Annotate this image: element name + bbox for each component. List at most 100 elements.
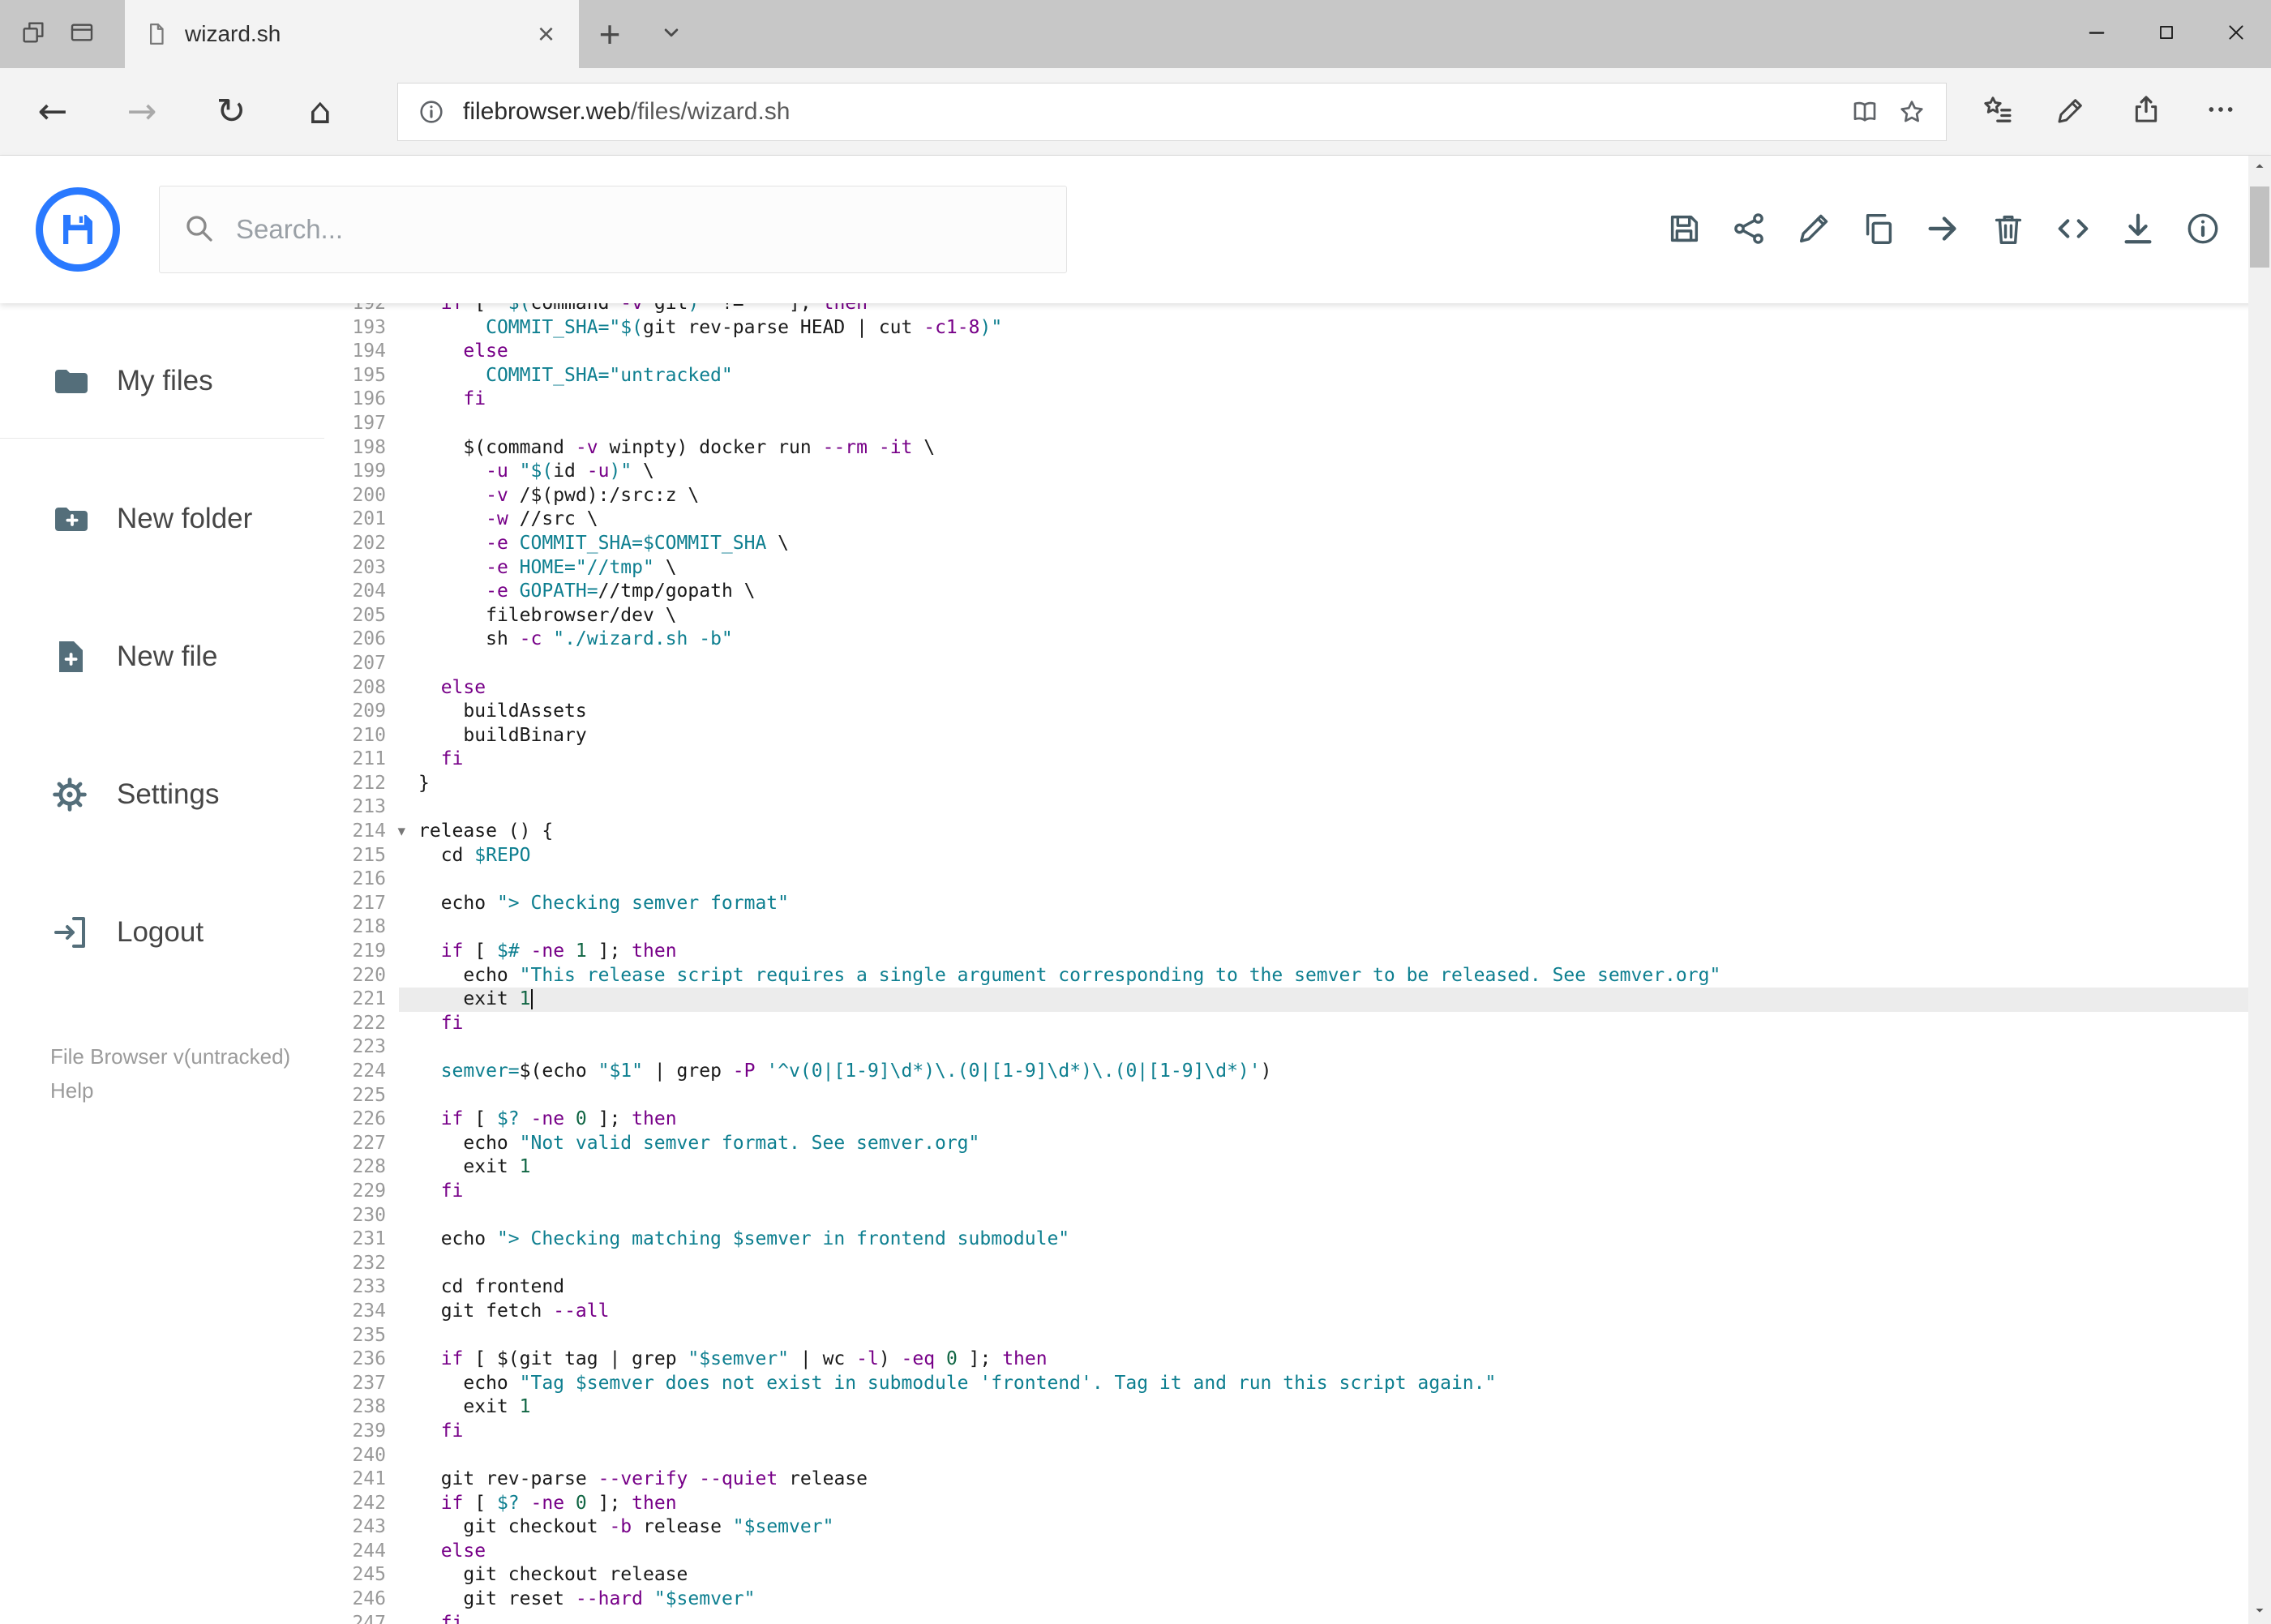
line-number[interactable]: 210 [324, 724, 399, 748]
code-text[interactable]: git checkout -b release "$semver" [399, 1515, 2271, 1540]
code-text[interactable]: if [ $? -ne 0 ]; then [399, 1492, 2271, 1516]
sidebar-item-my-files[interactable]: My files [0, 350, 324, 412]
line-number[interactable]: 201 [324, 508, 399, 532]
page-scrollbar[interactable] [2248, 156, 2271, 1624]
code-line[interactable]: 207 [324, 652, 2271, 676]
code-line[interactable]: 237 echo "Tag $semver does not exist in … [324, 1372, 2271, 1396]
line-number[interactable]: 232 [324, 1252, 399, 1276]
line-number[interactable]: 222 [324, 1012, 399, 1036]
line-number[interactable]: 241 [324, 1468, 399, 1492]
line-number[interactable]: 242 [324, 1492, 399, 1516]
line-number[interactable]: 245 [324, 1563, 399, 1588]
code-text[interactable] [399, 868, 2271, 892]
line-number[interactable]: 206 [324, 628, 399, 652]
line-number[interactable]: 237 [324, 1372, 399, 1396]
tab-preview-chevron-button[interactable] [641, 0, 702, 68]
code-text[interactable]: cd $REPO [399, 844, 2271, 868]
code-line[interactable]: 225 [324, 1084, 2271, 1108]
code-text[interactable]: fi [399, 1012, 2271, 1036]
scrollbar-thumb[interactable] [2250, 186, 2269, 268]
code-text[interactable]: -e HOME="//tmp" \ [399, 556, 2271, 581]
line-number[interactable]: 204 [324, 580, 399, 604]
code-text[interactable]: echo "This release script requires a sin… [399, 964, 2271, 988]
code-text[interactable] [399, 1035, 2271, 1060]
code-line[interactable]: 217 echo "> Checking semver format" [324, 892, 2271, 916]
code-text[interactable]: git checkout release [399, 1563, 2271, 1588]
code-text[interactable]: echo "> Checking semver format" [399, 892, 2271, 916]
code-line[interactable]: 195 COMMIT_SHA="untracked" [324, 364, 2271, 388]
code-text[interactable]: if [ $# -ne 1 ]; then [399, 940, 2271, 964]
code-line[interactable]: 196 fi [324, 388, 2271, 412]
code-line[interactable]: 245 git checkout release [324, 1563, 2271, 1588]
line-number[interactable]: 234 [324, 1300, 399, 1324]
code-line[interactable]: 203 -e HOME="//tmp" \ [324, 556, 2271, 581]
line-number[interactable]: 235 [324, 1324, 399, 1348]
code-line[interactable]: 220 echo "This release script requires a… [324, 964, 2271, 988]
code-editor[interactable]: 192 if [ "$(command -v git)" != "" ]; th… [324, 303, 2271, 1624]
code-line[interactable]: 244 else [324, 1540, 2271, 1564]
info-button[interactable] [2170, 197, 2235, 262]
line-number[interactable]: 212 [324, 772, 399, 796]
scrollbar-up-arrow[interactable] [2248, 156, 2271, 180]
line-number[interactable]: 207 [324, 652, 399, 676]
code-text[interactable]: git fetch --all [399, 1300, 2271, 1324]
line-number[interactable]: 197 [324, 412, 399, 436]
code-text[interactable] [399, 915, 2271, 940]
code-line[interactable]: 228 exit 1 [324, 1155, 2271, 1180]
refresh-button[interactable]: ↻ [186, 68, 276, 155]
more-button[interactable] [2183, 68, 2258, 156]
line-number[interactable]: 233 [324, 1275, 399, 1300]
save-button[interactable] [1652, 197, 1716, 262]
code-line[interactable]: 212} [324, 772, 2271, 796]
code-line[interactable]: 204 -e GOPATH=//tmp/gopath \ [324, 580, 2271, 604]
tabs-preview-button[interactable] [60, 0, 104, 68]
code-text[interactable]: fi [399, 1612, 2271, 1624]
code-line[interactable]: 221 exit 1 [324, 988, 2271, 1012]
sidebar-item-new-file[interactable]: New file [0, 626, 324, 688]
line-number[interactable]: 240 [324, 1444, 399, 1468]
code-line[interactable]: 205 filebrowser/dev \ [324, 604, 2271, 628]
line-number[interactable]: 236 [324, 1348, 399, 1372]
tab-close-button[interactable]: × [533, 19, 559, 49]
line-number[interactable]: 211 [324, 748, 399, 772]
code-line[interactable]: 213 [324, 795, 2271, 820]
code-line[interactable]: 197 [324, 412, 2271, 436]
code-text[interactable]: echo "> Checking matching $semver in fro… [399, 1228, 2271, 1252]
code-line[interactable]: 211 fi [324, 748, 2271, 772]
line-number[interactable]: 218 [324, 915, 399, 940]
code-text[interactable]: git rev-parse --verify --quiet release [399, 1468, 2271, 1492]
favorites-hub-button[interactable] [1960, 68, 2034, 156]
line-number[interactable]: 195 [324, 364, 399, 388]
code-text[interactable] [399, 652, 2271, 676]
code-text[interactable]: fi [399, 388, 2271, 412]
code-line[interactable]: 242 if [ $? -ne 0 ]; then [324, 1492, 2271, 1516]
code-line[interactable]: 227 echo "Not valid semver format. See s… [324, 1132, 2271, 1156]
code-text[interactable]: -u "$(id -u)" \ [399, 460, 2271, 484]
code-text[interactable] [399, 412, 2271, 436]
code-line[interactable]: 208 else [324, 676, 2271, 701]
code-line[interactable]: 230 [324, 1204, 2271, 1228]
line-number[interactable]: 224 [324, 1060, 399, 1084]
line-number[interactable]: 193 [324, 316, 399, 341]
code-line[interactable]: 202 -e COMMIT_SHA=$COMMIT_SHA \ [324, 532, 2271, 556]
code-text[interactable] [399, 1204, 2271, 1228]
rename-button[interactable] [1781, 197, 1846, 262]
code-line[interactable]: 231 echo "> Checking matching $semver in… [324, 1228, 2271, 1252]
set-tabs-aside-button[interactable] [11, 0, 55, 68]
minimize-button[interactable] [2062, 0, 2132, 68]
code-text[interactable]: if [ $? -ne 0 ]; then [399, 1108, 2271, 1132]
delete-button[interactable] [1976, 197, 2041, 262]
line-number[interactable]: 199 [324, 460, 399, 484]
line-number[interactable]: 243 [324, 1515, 399, 1540]
code-line[interactable]: 215 cd $REPO [324, 844, 2271, 868]
code-line[interactable]: 199 -u "$(id -u)" \ [324, 460, 2271, 484]
app-logo[interactable] [36, 187, 120, 272]
line-number[interactable]: 221 [324, 988, 399, 1012]
line-number[interactable]: 205 [324, 604, 399, 628]
help-link[interactable]: Help [50, 1073, 324, 1108]
code-line[interactable]: 192 if [ "$(command -v git)" != "" ]; th… [324, 303, 2271, 316]
code-text[interactable]: sh -c "./wizard.sh -b" [399, 628, 2271, 652]
browser-tab-wizard-sh[interactable]: wizard.sh × [125, 0, 579, 68]
code-text[interactable]: cd frontend [399, 1275, 2271, 1300]
search-input[interactable]: Search... [159, 186, 1067, 273]
